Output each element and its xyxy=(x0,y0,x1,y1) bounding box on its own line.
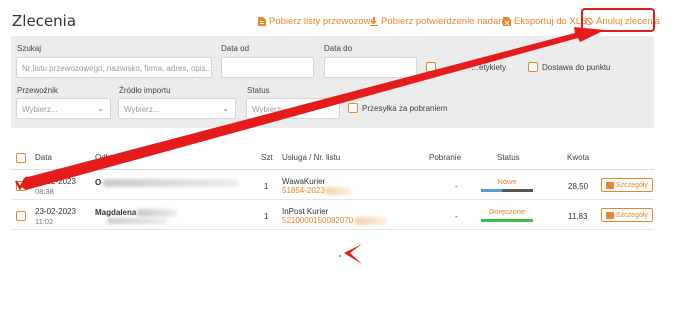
row-time: 08:38 xyxy=(35,187,54,196)
status-label: Status xyxy=(247,86,270,95)
carrier-select[interactable]: Wybierz... ⌄ xyxy=(16,98,111,119)
status-select-value: Wybierz... xyxy=(252,105,288,114)
search-input[interactable]: Nr listu przewozowego, nazwisko, firma, … xyxy=(16,57,212,78)
column-date: Data xyxy=(35,153,52,162)
date-from-input[interactable] xyxy=(221,57,314,78)
source-label: Źródło importu xyxy=(119,86,171,95)
table-row[interactable]: 24-02-2023 08:38 O 1 WawaKurier 51854-20… xyxy=(11,171,654,200)
status-progress-bar xyxy=(481,189,533,192)
select-all-checkbox[interactable] xyxy=(16,153,26,163)
column-sender: Odbiorca xyxy=(95,153,128,162)
cod-checkbox[interactable] xyxy=(348,103,358,113)
export-xls-label: Eksportuj do XLS xyxy=(514,16,588,27)
download-icon xyxy=(370,17,378,26)
chevron-down-icon: ⌄ xyxy=(222,104,229,113)
search-label: Szukaj xyxy=(17,44,42,53)
column-amount: Kwota xyxy=(567,153,590,162)
row-amount: 11,83 xyxy=(568,212,588,221)
annotation-chevron xyxy=(344,244,362,264)
download-confirmation-link[interactable]: Pobierz potwierdzenie nadania xyxy=(370,16,511,27)
download-confirmation-label: Pobierz potwierdzenie nadania xyxy=(381,16,511,27)
chevron-down-icon: ⌄ xyxy=(97,104,104,113)
date-to-label: Data do xyxy=(324,44,353,53)
details-button-label: Szczegóły xyxy=(616,181,648,189)
date-to-input[interactable] xyxy=(324,57,417,78)
row-date: 24-02-2023 xyxy=(35,177,76,186)
point-delivery-checkbox[interactable] xyxy=(528,62,538,72)
status-select[interactable]: Wybierz... xyxy=(246,98,340,119)
row-recipient-name: O xyxy=(95,178,102,187)
labels-checkbox-label: …etykiety xyxy=(471,63,507,72)
row-service: InPost Kurier xyxy=(282,207,329,216)
row-qty: 1 xyxy=(264,212,269,221)
row-tracking-link[interactable]: 51854-2023 xyxy=(282,186,325,195)
column-cod: Pobranie xyxy=(429,153,462,162)
carrier-label: Przewoźnik xyxy=(17,86,58,95)
row-checkbox[interactable] xyxy=(16,211,26,221)
cod-checkbox-label: Przesyłka za pobraniem xyxy=(362,104,448,113)
row-checkbox[interactable] xyxy=(16,181,26,191)
annotation-dot xyxy=(339,255,341,257)
download-waybills-link[interactable]: Pobierz listy przewozowe xyxy=(258,16,376,27)
details-button-label: Szczegóły xyxy=(616,211,648,219)
row-amount: 28,50 xyxy=(568,182,589,191)
details-button[interactable]: Szczegóły xyxy=(601,208,653,222)
column-status: Status xyxy=(497,153,520,162)
row-service: WawaKurier xyxy=(282,177,326,186)
file-excel-icon xyxy=(503,17,511,26)
redacted-recipient-line xyxy=(107,218,167,224)
row-tracking-link[interactable]: 5210000150082070 xyxy=(282,216,353,225)
row-cod: - xyxy=(455,212,458,221)
row-status: Nowe xyxy=(497,177,517,186)
point-delivery-label: Dostawa do punktu xyxy=(542,63,611,72)
carrier-select-value: Wybierz... xyxy=(22,105,58,114)
row-date: 23-02-2023 xyxy=(35,207,76,216)
redacted-tracking xyxy=(325,187,351,195)
date-from-label: Data od xyxy=(221,44,250,53)
page-header: Zlecenia Pobierz listy przewozowe Pobier… xyxy=(0,0,675,36)
row-recipient-name: Magdalena xyxy=(95,208,137,217)
source-select-value: Wybierz... xyxy=(124,105,160,114)
redacted-tracking xyxy=(355,217,387,225)
status-progress-bar xyxy=(481,219,533,222)
page-title: Zlecenia xyxy=(12,12,77,30)
download-waybills-label: Pobierz listy przewozowe xyxy=(269,16,376,27)
column-qty: Szt xyxy=(261,153,273,162)
row-qty: 1 xyxy=(264,182,269,191)
export-xls-link[interactable]: Eksportuj do XLS xyxy=(503,16,587,27)
filters-panel: Szukaj Nr listu przewozowego, nazwisko, … xyxy=(11,36,654,128)
labels-checkbox[interactable] xyxy=(426,62,436,72)
book-icon xyxy=(606,181,614,189)
annotation-highlight-box xyxy=(581,8,655,32)
table-row[interactable]: 23-02-2023 11:02 Magdalena 1 InPost Kuri… xyxy=(11,201,654,230)
redacted-recipient xyxy=(103,179,238,187)
row-status: Doręczone xyxy=(488,207,526,216)
source-select[interactable]: Wybierz... ⌄ xyxy=(118,98,236,119)
redacted-recipient xyxy=(137,209,177,217)
file-pdf-icon xyxy=(258,17,266,26)
table-header: Data Odbiorca Szt Usługa / Nr. listu Pob… xyxy=(11,148,654,170)
book-icon xyxy=(606,211,614,219)
details-button[interactable]: Szczegóły xyxy=(601,178,653,192)
row-time: 11:02 xyxy=(35,217,54,226)
row-cod: - xyxy=(455,182,458,191)
column-service: Usługa / Nr. listu xyxy=(282,153,341,162)
